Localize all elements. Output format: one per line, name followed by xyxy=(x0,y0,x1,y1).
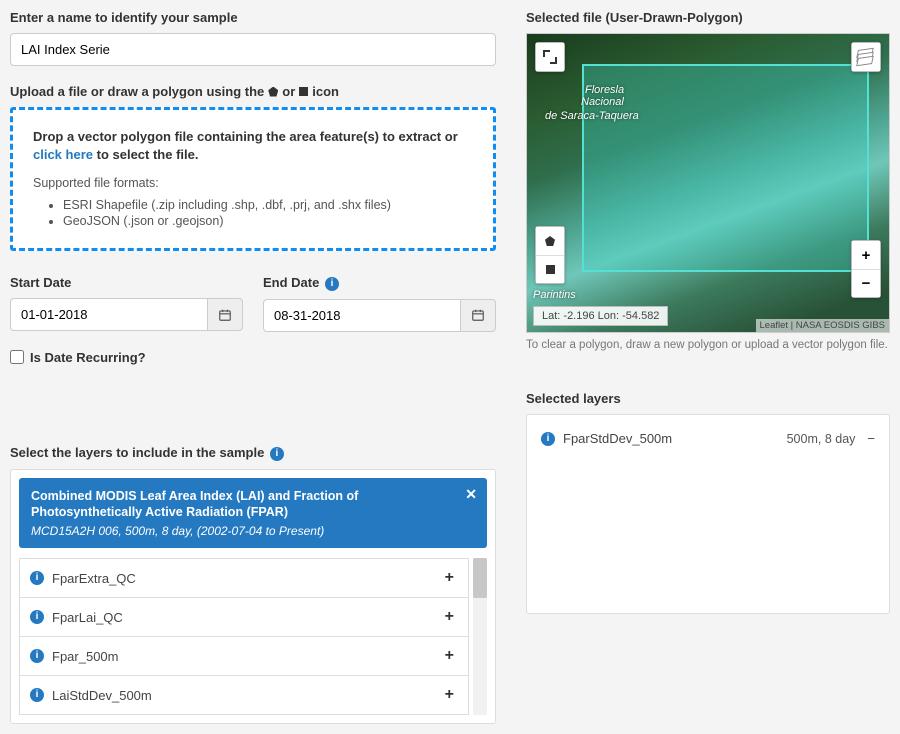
layer-group-subtitle: MCD15A2H 006, 500m, 8 day, (2002-07-04 t… xyxy=(31,524,475,538)
click-here-link[interactable]: click here xyxy=(33,147,93,162)
selected-layer-item[interactable]: i FparStdDev_500m 500m, 8 day − xyxy=(533,421,883,456)
selected-layer-name: FparStdDev_500m xyxy=(563,431,787,446)
info-icon[interactable]: i xyxy=(30,571,44,585)
supported-formats-list: ESRI Shapefile (.zip including .shp, .db… xyxy=(63,198,473,228)
scrollbar[interactable] xyxy=(473,558,487,715)
layers-icon xyxy=(857,49,875,65)
start-date-calendar-button[interactable] xyxy=(207,298,243,331)
info-icon[interactable]: i xyxy=(30,649,44,663)
start-date-label: Start Date xyxy=(10,275,243,290)
layers-button[interactable] xyxy=(852,43,880,71)
layer-item[interactable]: i LaiStdDev_500m + xyxy=(19,676,469,715)
rectangle-tool-icon xyxy=(299,87,308,96)
remove-layer-button[interactable]: − xyxy=(867,431,875,446)
fullscreen-button[interactable] xyxy=(536,43,564,71)
available-layers-panel: Combined MODIS Leaf Area Index (LAI) and… xyxy=(10,469,496,725)
info-icon[interactable]: i xyxy=(270,447,284,461)
sample-name-label: Enter a name to identify your sample xyxy=(10,10,496,25)
close-icon[interactable]: ✕ xyxy=(465,486,477,503)
upload-label: Upload a file or draw a polygon using th… xyxy=(10,84,496,99)
draw-rectangle-button[interactable] xyxy=(536,255,564,283)
start-date-input[interactable] xyxy=(10,298,207,331)
add-layer-button[interactable]: + xyxy=(441,569,458,587)
layer-group-title: Combined MODIS Leaf Area Index (LAI) and… xyxy=(31,488,475,522)
zoom-in-button[interactable]: + xyxy=(852,241,880,269)
polygon-tool-icon xyxy=(545,236,555,246)
layer-name: LaiStdDev_500m xyxy=(52,688,441,703)
layer-item[interactable]: i FparLai_QC + xyxy=(19,598,469,637)
calendar-icon xyxy=(471,308,485,322)
rectangle-tool-icon xyxy=(546,265,555,274)
calendar-icon xyxy=(218,308,232,322)
info-icon[interactable]: i xyxy=(325,277,339,291)
map-viewport[interactable]: Floresla Nacional de Saraca-Taquera Pari… xyxy=(526,33,890,333)
draw-polygon-button[interactable] xyxy=(536,227,564,255)
map-zoom-control[interactable]: + − xyxy=(851,240,881,298)
sample-name-input[interactable] xyxy=(10,33,496,66)
layer-name: Fpar_500m xyxy=(52,649,441,664)
recurring-checkbox-row[interactable]: Is Date Recurring? xyxy=(10,350,496,365)
selected-layers-label: Selected layers xyxy=(526,391,890,406)
zoom-out-button[interactable]: − xyxy=(852,269,880,297)
map-place-label: de Saraca-Taquera xyxy=(545,110,639,123)
supported-formats-label: Supported file formats: xyxy=(33,176,473,190)
map-fullscreen-control[interactable] xyxy=(535,42,565,72)
add-layer-button[interactable]: + xyxy=(441,647,458,665)
add-layer-button[interactable]: + xyxy=(441,686,458,704)
map-layers-control[interactable] xyxy=(851,42,881,72)
info-icon[interactable]: i xyxy=(30,688,44,702)
map-place-label: Parintins xyxy=(533,289,576,302)
map-coordinates: Lat: -2.196 Lon: -54.582 xyxy=(533,306,668,326)
upload-label-prefix: Upload a file or draw a polygon using th… xyxy=(10,84,264,99)
info-icon[interactable]: i xyxy=(541,432,555,446)
format-item: ESRI Shapefile (.zip including .shp, .db… xyxy=(63,198,473,212)
map-place-label: Nacional xyxy=(581,96,624,109)
selected-file-label: Selected file (User-Drawn-Polygon) xyxy=(526,10,890,25)
layer-item[interactable]: i FparExtra_QC + xyxy=(19,558,469,598)
info-icon[interactable]: i xyxy=(30,610,44,624)
layer-group-header[interactable]: Combined MODIS Leaf Area Index (LAI) and… xyxy=(19,478,487,549)
upload-label-or: or xyxy=(282,84,295,99)
layer-item[interactable]: i Fpar_500m + xyxy=(19,637,469,676)
end-date-input[interactable] xyxy=(263,299,460,332)
drawn-polygon[interactable] xyxy=(582,64,869,272)
end-date-label: End Date i xyxy=(263,275,496,291)
selected-layer-meta: 500m, 8 day xyxy=(787,432,856,446)
map-draw-control[interactable] xyxy=(535,226,565,284)
dropzone-text: Drop a vector polygon file containing th… xyxy=(33,128,473,164)
scrollbar-thumb[interactable] xyxy=(473,558,487,598)
recurring-checkbox[interactable] xyxy=(10,350,24,364)
add-layer-button[interactable]: + xyxy=(441,608,458,626)
upload-label-suffix: icon xyxy=(312,84,339,99)
map-attribution: Leaflet | NASA EOSDIS GIBS xyxy=(756,319,890,332)
format-item: GeoJSON (.json or .geojson) xyxy=(63,214,473,228)
layer-name: FparLai_QC xyxy=(52,610,441,625)
clear-polygon-note: To clear a polygon, draw a new polygon o… xyxy=(526,339,890,351)
layers-section-label: Select the layers to include in the samp… xyxy=(10,445,496,461)
polygon-tool-icon xyxy=(268,87,278,97)
layer-name: FparExtra_QC xyxy=(52,571,441,586)
recurring-label: Is Date Recurring? xyxy=(30,350,146,365)
file-dropzone[interactable]: Drop a vector polygon file containing th… xyxy=(10,107,496,251)
selected-layers-panel: i FparStdDev_500m 500m, 8 day − xyxy=(526,414,890,614)
fullscreen-icon xyxy=(543,50,557,64)
end-date-calendar-button[interactable] xyxy=(460,299,496,332)
